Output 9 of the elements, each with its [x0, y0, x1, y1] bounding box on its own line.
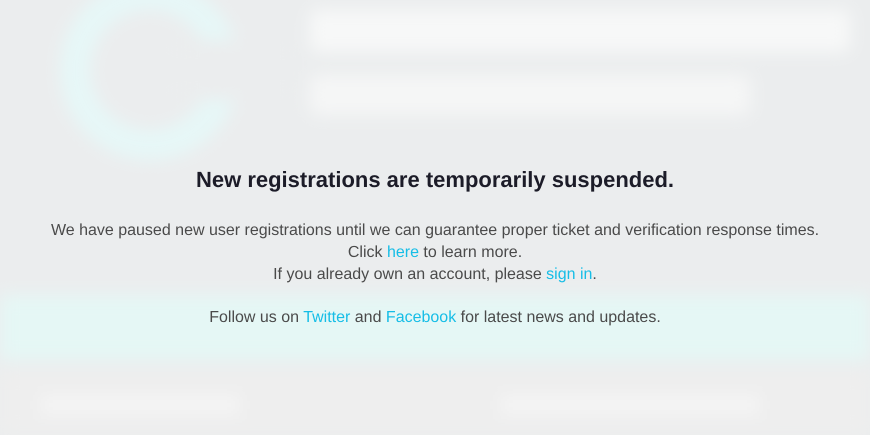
- text-link[interactable]: here: [386, 244, 419, 261]
- social-link[interactable]: Twitter: [303, 309, 350, 326]
- notice-title: New registrations are temporarily suspended.: [196, 166, 674, 194]
- text-link[interactable]: sign in: [546, 266, 592, 283]
- notice-text: We have paused new user registrations until we can guarantee proper ticket and verification response times.: [50, 221, 820, 241]
- notice-text: If you already own an account, please sign in.: [273, 265, 597, 285]
- follow-text: Follow us on Twitter and Facebook for latest news and updates.: [209, 308, 661, 328]
- notice-text: Click here to learn more.: [348, 243, 522, 263]
- social-link[interactable]: Facebook: [386, 309, 456, 326]
